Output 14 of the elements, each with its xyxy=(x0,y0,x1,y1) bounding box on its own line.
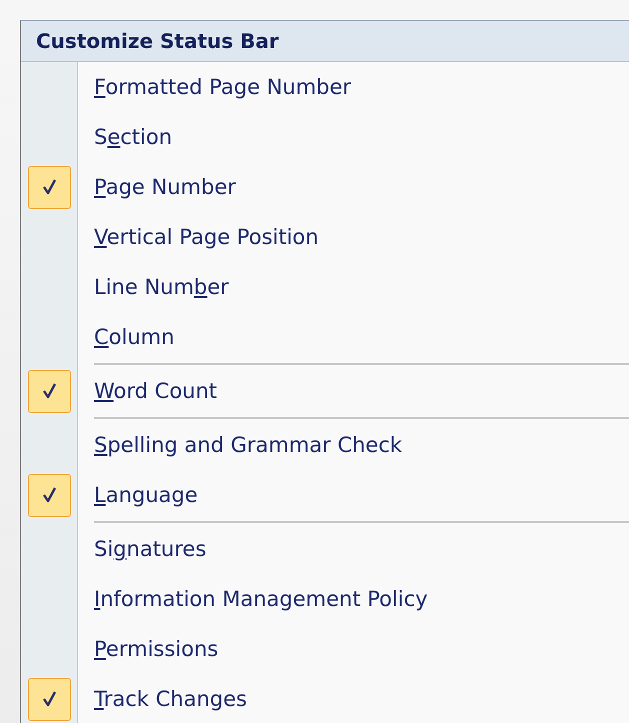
menu-item[interactable]: Vertical Page Position xyxy=(94,225,319,249)
menu-title: Customize Status Bar xyxy=(21,21,629,62)
menu-item[interactable]: Track Changes xyxy=(94,687,247,711)
menu-item[interactable]: Column xyxy=(94,325,174,349)
menu-item[interactable]: Signatures xyxy=(94,537,206,561)
menu-item[interactable]: Language xyxy=(94,483,198,507)
menu-item[interactable]: Information Management Policy xyxy=(94,587,428,611)
menu-item[interactable]: Permissions xyxy=(94,637,218,661)
menu-item[interactable]: Spelling and Grammar Check xyxy=(94,433,402,457)
menu-item[interactable]: Formatted Page Number xyxy=(94,75,352,99)
menu-item[interactable]: Line Number xyxy=(94,275,229,299)
menu-item[interactable]: Word Count xyxy=(94,379,218,403)
menu-item[interactable]: Section xyxy=(94,125,172,149)
menu-item[interactable]: Page Number xyxy=(94,175,236,199)
